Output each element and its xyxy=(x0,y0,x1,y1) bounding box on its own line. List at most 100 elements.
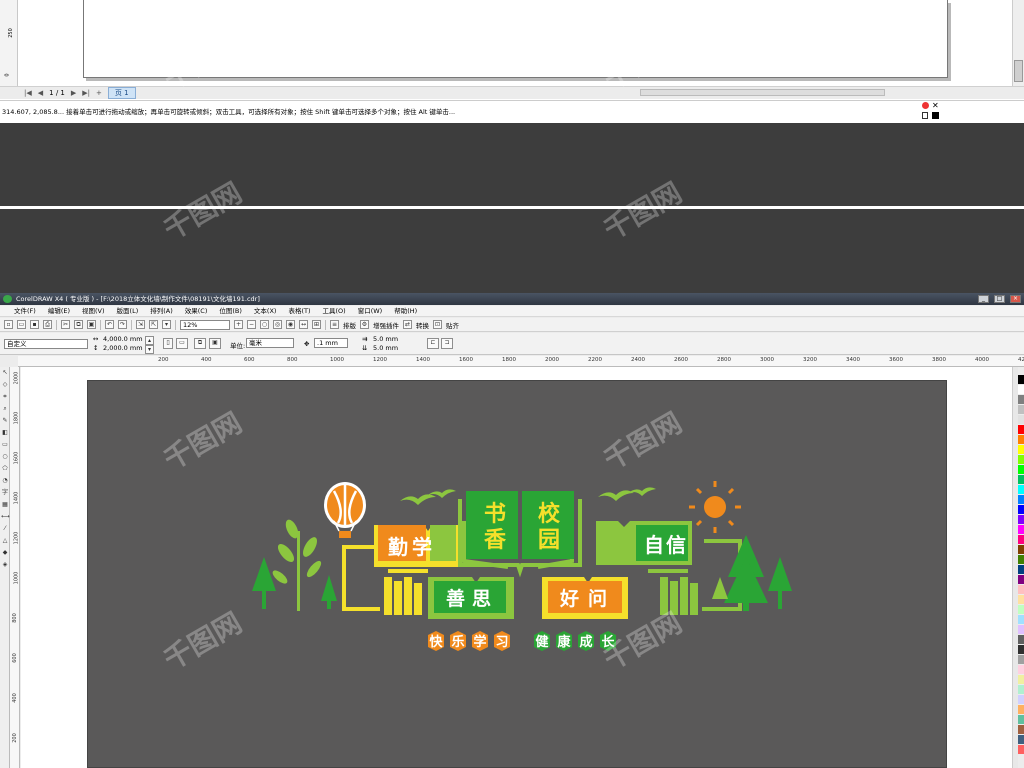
menu-edit[interactable]: 编辑(E) xyxy=(48,306,70,316)
palette-swatch[interactable] xyxy=(1018,615,1024,624)
palette-swatch[interactable] xyxy=(1018,645,1024,654)
palette-swatch[interactable] xyxy=(1018,635,1024,644)
palette-swatch[interactable] xyxy=(1018,595,1024,604)
crop-tool-icon[interactable]: ⌗ xyxy=(1,393,9,401)
palette-swatch[interactable] xyxy=(1018,705,1024,714)
palette-swatch[interactable] xyxy=(1018,605,1024,614)
palette-swatch[interactable] xyxy=(1018,415,1024,424)
close-button[interactable]: × xyxy=(1010,295,1021,303)
undo-icon[interactable]: ↶ xyxy=(105,320,114,329)
palette-swatch[interactable] xyxy=(1018,675,1024,684)
palette-swatch[interactable] xyxy=(1018,585,1024,594)
new-document-icon[interactable]: ▫ xyxy=(4,320,13,329)
all-pages-icon[interactable]: ⧉ xyxy=(194,338,206,349)
interactive-fill-icon[interactable]: ◈ xyxy=(1,561,9,569)
maximize-button[interactable]: □ xyxy=(994,295,1005,303)
palette-swatch[interactable] xyxy=(1018,395,1024,404)
menu-window[interactable]: 窗口(W) xyxy=(358,306,383,316)
landscape-icon[interactable]: ▭ xyxy=(176,338,188,349)
menu-file[interactable]: 文件(F) xyxy=(14,306,36,316)
palette-swatch[interactable] xyxy=(1018,405,1024,414)
height-spinner[interactable]: ▾ xyxy=(145,345,154,354)
menu-view[interactable]: 视图(V) xyxy=(82,306,105,316)
paste-align-label[interactable]: 贴齐 xyxy=(446,320,459,330)
menu-arrange[interactable]: 排列(A) xyxy=(150,306,173,316)
pick-tool-icon[interactable]: ↖ xyxy=(1,369,9,377)
basic-shapes-icon[interactable]: ◔ xyxy=(1,477,9,485)
menu-text[interactable]: 文本(X) xyxy=(254,306,277,316)
page-tab[interactable]: 页 1 xyxy=(107,87,136,99)
palette-swatch[interactable] xyxy=(1018,515,1024,524)
text-tool-icon[interactable]: 字 xyxy=(1,489,9,497)
palette-swatch[interactable] xyxy=(1018,535,1024,544)
ellipse-tool-icon[interactable]: ○ xyxy=(1,453,9,461)
redo-icon[interactable]: ↷ xyxy=(118,320,127,329)
duplicate-x-field[interactable]: 5.0 mm xyxy=(373,335,398,343)
zoom-page-icon[interactable]: ○ xyxy=(260,320,269,329)
zoom-tool-icon[interactable]: ⌕ xyxy=(1,405,9,413)
freehand-tool-icon[interactable]: ✎ xyxy=(1,417,9,425)
rectangle-tool-icon[interactable]: ▭ xyxy=(1,441,9,449)
copy-icon[interactable]: ⧉ xyxy=(74,320,83,329)
units-combo[interactable]: 毫米 xyxy=(246,338,294,348)
plugin-icon[interactable]: ⚙ xyxy=(360,320,369,329)
cut-icon[interactable]: ✂ xyxy=(61,320,70,329)
menu-bitmaps[interactable]: 位图(B) xyxy=(219,306,242,316)
palette-swatch[interactable] xyxy=(1018,385,1024,394)
palette-swatch[interactable] xyxy=(1018,565,1024,574)
open-icon[interactable]: ▭ xyxy=(17,320,26,329)
document-page[interactable]: 勤 学 书 香 校 园 自 信 善 思 好 问 快 乐 学 习 健 康 成 长 xyxy=(87,380,947,768)
app-launcher-icon[interactable]: ▾ xyxy=(162,320,171,329)
menu-tools[interactable]: 工具(O) xyxy=(323,306,346,316)
last-page-button[interactable]: ▶| xyxy=(82,89,90,97)
import-icon[interactable]: ⇲ xyxy=(136,320,145,329)
paper-preset-combo[interactable]: 自定义 xyxy=(4,339,88,349)
menu-layout[interactable]: 版面(L) xyxy=(117,306,139,316)
nudge-field[interactable]: .1 mm xyxy=(314,338,348,348)
save-icon[interactable]: ▪ xyxy=(30,320,39,329)
palette-swatch[interactable] xyxy=(1018,495,1024,504)
palette-swatch[interactable] xyxy=(1018,475,1024,484)
palette-swatch[interactable] xyxy=(1018,455,1024,464)
zoom-width-icon[interactable]: ↔ xyxy=(299,320,308,329)
print-icon[interactable]: ⎙ xyxy=(43,320,52,329)
palette-swatch[interactable] xyxy=(1018,715,1024,724)
palette-swatch[interactable] xyxy=(1018,575,1024,584)
arrange-icon[interactable]: ≡ xyxy=(330,320,339,329)
palette-swatch[interactable] xyxy=(1018,525,1024,534)
duplicate-y-field[interactable]: 5.0 mm xyxy=(373,344,398,352)
polygon-tool-icon[interactable]: ⬠ xyxy=(1,465,9,473)
palette-swatch[interactable] xyxy=(1018,445,1024,454)
width-spinner[interactable]: ▴ xyxy=(145,336,154,345)
page-width-field[interactable]: 4,000.0 mm xyxy=(103,335,143,343)
palette-swatch[interactable] xyxy=(1018,655,1024,664)
page-height-field[interactable]: 2,000.0 mm xyxy=(103,344,143,352)
palette-swatch[interactable] xyxy=(1018,735,1024,744)
convert-icon[interactable]: ⇄ xyxy=(403,320,412,329)
top-vertical-scrollbar[interactable] xyxy=(1012,0,1024,90)
palette-swatch[interactable] xyxy=(1018,505,1024,514)
minimize-button[interactable]: _ xyxy=(978,295,989,303)
current-page-icon[interactable]: ▣ xyxy=(209,338,221,349)
top-scroll-thumb[interactable] xyxy=(1014,60,1023,82)
units-draw-icon[interactable]: ⊏ xyxy=(427,338,439,349)
plugin-label[interactable]: 增强插件 xyxy=(373,320,399,330)
dimension-tool-icon[interactable]: ⟷ xyxy=(1,513,10,521)
export-icon[interactable]: ⇱ xyxy=(149,320,158,329)
palette-swatch[interactable] xyxy=(1018,375,1024,384)
palette-swatch[interactable] xyxy=(1018,555,1024,564)
smart-fill-icon[interactable]: ◧ xyxy=(1,429,9,437)
palette-swatch[interactable] xyxy=(1018,665,1024,674)
zoom-selected-icon[interactable]: ◎ xyxy=(273,320,282,329)
palette-swatch[interactable] xyxy=(1018,685,1024,694)
palette-swatch[interactable] xyxy=(1018,695,1024,704)
first-page-button[interactable]: |◀ xyxy=(24,89,32,97)
shape-tool-icon[interactable]: ◇ xyxy=(1,381,9,389)
menu-help[interactable]: 帮助(H) xyxy=(394,306,417,316)
prev-page-button[interactable]: ◀ xyxy=(38,89,43,97)
eyedropper-icon[interactable]: ⁄ xyxy=(1,525,9,533)
arrange-label[interactable]: 排版 xyxy=(343,320,356,330)
outline-tool-icon[interactable]: △ xyxy=(1,537,9,545)
palette-swatch[interactable] xyxy=(1018,425,1024,434)
zoom-in-icon[interactable]: + xyxy=(234,320,243,329)
